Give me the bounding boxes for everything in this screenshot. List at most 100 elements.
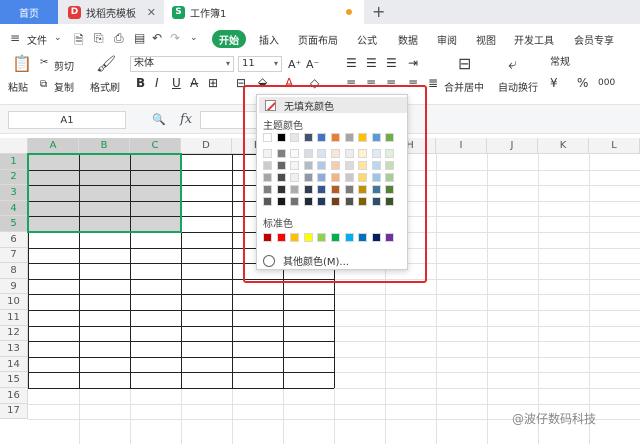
menu-start-label: 开始	[219, 35, 239, 47]
menu-data[interactable]: 数据	[398, 32, 418, 47]
strikethrough-icon[interactable]: A̶	[190, 76, 198, 90]
border-icon[interactable]: ⊞	[208, 76, 218, 90]
docer-icon: D	[68, 5, 81, 19]
row-header[interactable]: 16	[0, 388, 28, 404]
gridline	[538, 154, 539, 444]
row-header[interactable]: 11	[0, 310, 28, 326]
highlight-frame	[243, 85, 427, 283]
zoom-icon[interactable]: 🔍	[152, 113, 166, 126]
format-painter-button[interactable]: 格式刷	[90, 79, 120, 94]
decrease-font-icon[interactable]: A⁻	[306, 58, 319, 71]
cut-button[interactable]: 剪切	[54, 58, 74, 73]
unsaved-dot-icon	[346, 9, 352, 15]
merge-center-button[interactable]: 合并居中	[444, 79, 484, 94]
underline-button[interactable]: U	[172, 76, 181, 90]
row-header[interactable]: 8	[0, 263, 28, 279]
hamburger-icon[interactable]: ≡	[10, 31, 20, 45]
auto-wrap-button[interactable]: 自动换行	[498, 79, 538, 94]
row-header[interactable]: 12	[0, 325, 28, 342]
gridline	[487, 154, 488, 444]
row-header[interactable]: 3	[0, 185, 28, 201]
undo-icon[interactable]: ↶	[152, 31, 162, 45]
distribute-icon[interactable]: ≣	[428, 76, 438, 90]
column-header[interactable]: D	[181, 138, 232, 154]
font-size-value: 11	[242, 58, 255, 69]
menu-page-layout[interactable]: 页面布局	[298, 32, 338, 47]
scissors-icon: ✂	[40, 57, 49, 68]
row-header[interactable]: 15	[0, 372, 28, 388]
row-header[interactable]: 14	[0, 356, 28, 373]
align-middle-icon[interactable]: ☰	[366, 56, 377, 70]
menu-review[interactable]: 审阅	[437, 32, 457, 47]
menu-view[interactable]: 视图	[476, 32, 496, 47]
paste-icon[interactable]: 📋	[12, 54, 32, 73]
column-header[interactable]: K	[538, 138, 589, 154]
copy-icon: ⧉	[40, 79, 48, 90]
menu-insert[interactable]: 插入	[259, 32, 279, 47]
number-format-select[interactable]: 常规	[547, 56, 637, 72]
watermark: @波仔数码科技	[512, 412, 597, 426]
row-header[interactable]: 13	[0, 341, 28, 357]
menu-start[interactable]: 开始	[212, 30, 246, 48]
row-header[interactable]: 7	[0, 247, 28, 264]
tab-workbook[interactable]: S 工作簿1	[164, 0, 364, 24]
table-border	[28, 310, 334, 311]
row-header[interactable]: 4	[0, 200, 28, 217]
row-header[interactable]: 1	[0, 154, 28, 170]
italic-button[interactable]: I	[155, 76, 159, 90]
select-all-corner[interactable]	[0, 138, 28, 154]
menu-file[interactable]: 文件	[27, 32, 47, 47]
align-top-icon[interactable]: ☰	[346, 56, 357, 70]
row-header[interactable]: 5	[0, 216, 28, 232]
font-size-select[interactable]: 11 ▾	[238, 56, 282, 72]
paste-button[interactable]: 粘贴	[8, 79, 28, 94]
merge-center-icon[interactable]: ⊟	[458, 54, 471, 73]
align-bottom-icon[interactable]: ☰	[386, 56, 397, 70]
chevron-down-icon[interactable]: ⌄	[190, 33, 198, 43]
percent-button[interactable]: %	[577, 76, 588, 90]
preview-icon[interactable]: ▤	[134, 31, 145, 45]
fx-button[interactable]: fx	[180, 112, 192, 127]
row-header[interactable]: 10	[0, 294, 28, 310]
increase-font-icon[interactable]: A⁺	[288, 58, 301, 71]
export-icon[interactable]: ⎘	[94, 31, 104, 46]
format-painter-icon[interactable]: 🖌	[96, 54, 116, 73]
menu-formula[interactable]: 公式	[357, 32, 377, 47]
font-name-value: 宋体	[134, 58, 154, 69]
menu-row: ≡ 文件 ⌄ 🗎 ⎘ ⎙ ▤ ↶ ↷ ⌄ 开始 插入 页面布局 公式 数据 审阅…	[0, 28, 640, 50]
column-header[interactable]: A	[28, 138, 79, 154]
tab-template[interactable]: D 找稻壳模板 ✕	[60, 0, 162, 24]
column-header[interactable]: C	[130, 138, 181, 154]
row-header[interactable]: 9	[0, 278, 28, 295]
close-icon[interactable]: ✕	[147, 6, 156, 19]
indent-icon[interactable]: ⇥	[408, 56, 418, 70]
chevron-down-icon: ▾	[273, 59, 278, 68]
name-box[interactable]: A1	[8, 111, 126, 129]
font-name-select[interactable]: 宋体 ▾	[130, 56, 234, 72]
name-box-value: A1	[60, 114, 74, 126]
print-icon[interactable]: ⎙	[114, 31, 124, 46]
thousands-button[interactable]: 000	[598, 78, 615, 88]
column-header[interactable]: J	[487, 138, 538, 154]
table-border	[232, 154, 233, 388]
chevron-down-icon[interactable]: ⌄	[54, 33, 62, 43]
menu-member[interactable]: 会员专享	[574, 32, 614, 47]
bold-button[interactable]: B	[136, 76, 145, 90]
redo-icon[interactable]: ↷	[170, 31, 180, 45]
row-header[interactable]: 17	[0, 403, 28, 420]
auto-wrap-icon[interactable]: ⤶	[508, 54, 517, 74]
column-header[interactable]: B	[79, 138, 130, 154]
currency-button[interactable]: ¥	[550, 76, 558, 90]
save-icon[interactable]: 🗎	[74, 31, 84, 52]
table-border	[28, 372, 334, 374]
gridline	[436, 154, 437, 444]
tab-home[interactable]: 首页	[0, 0, 58, 24]
column-header[interactable]: L	[589, 138, 640, 154]
menu-developer[interactable]: 开发工具	[514, 32, 554, 47]
copy-button[interactable]: 复制	[54, 79, 74, 94]
new-tab-plus-icon[interactable]: +	[372, 2, 385, 21]
row-header[interactable]: 6	[0, 232, 28, 248]
column-header[interactable]: I	[436, 138, 487, 154]
row-header[interactable]: 2	[0, 169, 28, 186]
table-border	[28, 325, 334, 327]
